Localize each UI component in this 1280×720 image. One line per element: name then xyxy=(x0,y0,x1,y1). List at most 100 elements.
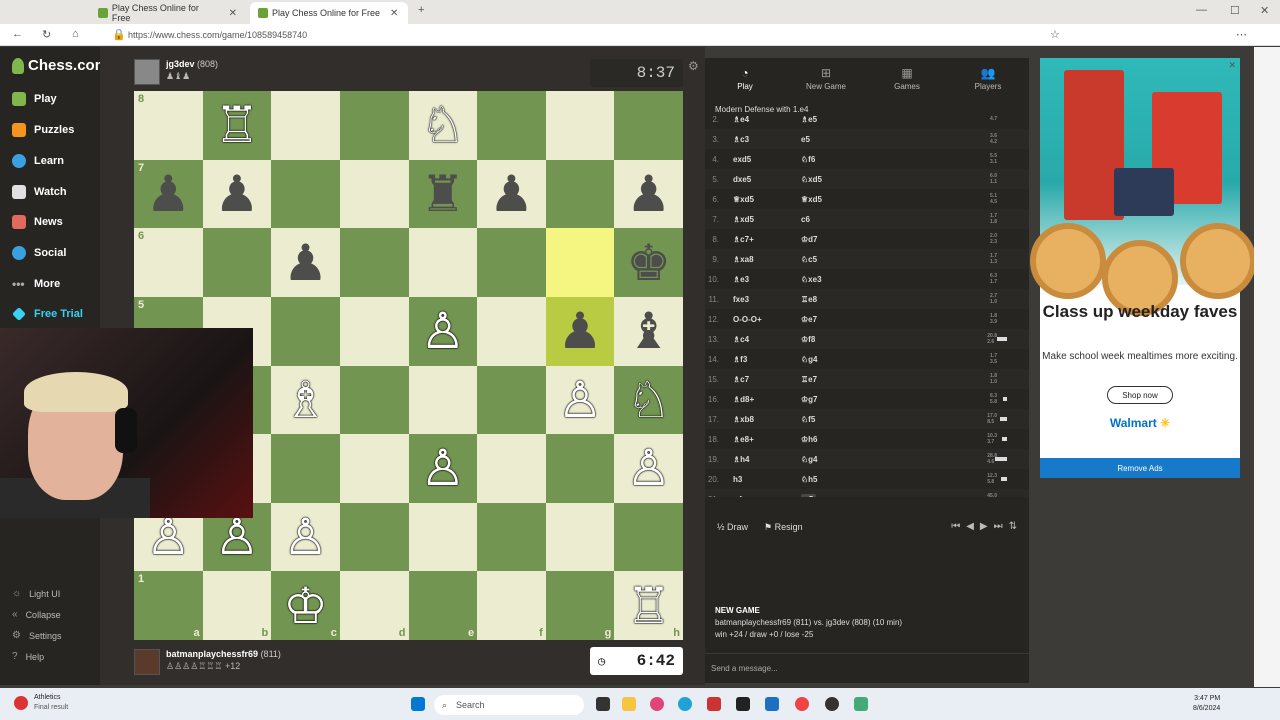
sidebar-settings[interactable]: ⚙ Settings xyxy=(12,630,62,641)
board-square-h1[interactable]: ♖ h xyxy=(614,571,683,640)
remove-ads-button[interactable]: Remove Ads xyxy=(1040,458,1240,478)
black-move[interactable]: g5 xyxy=(801,493,911,497)
board-square-f5[interactable] xyxy=(477,296,546,366)
store-icon[interactable] xyxy=(765,697,779,711)
chess-piece[interactable]: ♟ xyxy=(146,169,191,219)
board-square-h4[interactable]: ♘ xyxy=(614,365,683,435)
avatar[interactable] xyxy=(134,649,160,675)
board-square-a6[interactable]: 6 xyxy=(134,228,203,297)
board-square-a8[interactable]: 8 xyxy=(134,91,203,160)
board-square-g1[interactable]: g xyxy=(545,571,615,640)
board-square-a1[interactable]: 1a xyxy=(134,571,203,640)
board-square-h2[interactable] xyxy=(614,502,683,572)
black-move[interactable]: ♘f5 xyxy=(801,415,911,424)
sidebar-item-play[interactable]: Play xyxy=(12,92,57,106)
board-square-g6[interactable] xyxy=(545,228,615,297)
board-square-f3[interactable] xyxy=(477,434,546,503)
board-square-f2[interactable] xyxy=(477,502,546,572)
board-square-a7[interactable]: ♟ 7 xyxy=(134,159,203,229)
chess-piece[interactable]: ♙ xyxy=(215,512,260,562)
board-square-b7[interactable]: ♟ xyxy=(202,159,272,229)
avatar[interactable] xyxy=(134,59,160,85)
chess-logo[interactable]: Chess.com xyxy=(12,57,108,74)
start-icon[interactable] xyxy=(411,697,425,711)
white-move[interactable]: O-O-O+ xyxy=(733,315,801,324)
sidebar-item-social[interactable]: Social xyxy=(12,246,66,260)
chess-piece[interactable]: ♟ xyxy=(283,238,328,288)
chess-piece[interactable]: ♟ xyxy=(558,306,603,356)
chess-piece[interactable]: ♙ xyxy=(626,443,671,493)
black-move[interactable]: ♔d7 xyxy=(801,235,911,244)
sidebar-item-puzzles[interactable]: Puzzles xyxy=(12,123,74,137)
favorite-icon[interactable]: ☆ xyxy=(1050,28,1060,41)
black-move[interactable]: ♘g4 xyxy=(801,355,911,364)
black-move[interactable]: e5 xyxy=(801,135,911,144)
board-square-b6[interactable] xyxy=(202,228,272,297)
refresh-icon[interactable]: ↻ xyxy=(42,28,51,41)
black-move[interactable]: ♗e5 xyxy=(801,115,911,124)
chess-piece[interactable]: ♙ xyxy=(558,375,603,425)
news-widget[interactable]: Athletics Final result xyxy=(34,693,68,713)
flip-board-icon[interactable]: ⇅ xyxy=(1009,521,1017,532)
top-player-name[interactable]: jg3dev (808) xyxy=(166,59,218,69)
black-move[interactable]: ♔g7 xyxy=(801,395,911,404)
board-square-e7[interactable]: ♜ xyxy=(408,159,478,229)
chess-piece[interactable]: ♙ xyxy=(146,512,191,562)
white-move[interactable]: ♗h4 xyxy=(733,455,801,464)
white-move[interactable]: ♗c3 xyxy=(733,135,801,144)
board-square-h6[interactable]: ♚ xyxy=(614,228,683,297)
browser-tab[interactable]: Play Chess Online for Free ✕ xyxy=(90,2,245,24)
close-tab-icon[interactable]: ✕ xyxy=(229,8,237,19)
board-square-c5[interactable] xyxy=(271,296,340,366)
tab-new-game[interactable]: ⊞ New Game xyxy=(786,66,866,91)
chess-piece[interactable]: ♚ xyxy=(626,238,671,288)
resign-button[interactable]: ⚑ Resign xyxy=(764,522,803,533)
menu-icon[interactable]: ⋯ xyxy=(1236,28,1247,41)
board-square-d7[interactable] xyxy=(339,159,409,229)
sidebar-item-more[interactable]: ••• More xyxy=(12,277,60,291)
last-move-icon[interactable]: ⏭ xyxy=(994,521,1003,532)
browser-tab-active[interactable]: Play Chess Online for Free ✕ xyxy=(250,2,408,24)
white-move[interactable]: ♗f3 xyxy=(733,355,801,364)
white-move[interactable]: ♗e3 xyxy=(733,275,801,284)
black-move[interactable]: ♘g4 xyxy=(801,455,911,464)
board-square-e5[interactable]: ♙ xyxy=(408,296,478,366)
sidebar-item-watch[interactable]: Watch xyxy=(12,185,67,199)
chess-piece[interactable]: ♙ xyxy=(420,306,465,356)
file-explorer-icon[interactable] xyxy=(622,697,636,711)
board-square-b1[interactable]: b xyxy=(202,571,272,640)
board-square-g8[interactable] xyxy=(545,91,615,160)
board-square-g4[interactable]: ♙ xyxy=(545,365,615,435)
chess-piece[interactable]: ♖ xyxy=(215,100,260,150)
chess-piece[interactable]: ♔ xyxy=(283,581,328,631)
board-square-h7[interactable]: ♟ xyxy=(614,159,683,229)
white-move[interactable]: ♗c7+ xyxy=(733,235,801,244)
white-move[interactable]: dxe5 xyxy=(733,175,801,184)
black-move[interactable]: ♔f8 xyxy=(801,335,911,344)
chess-piece[interactable]: ♟ xyxy=(215,169,260,219)
board-square-f7[interactable]: ♟ xyxy=(477,159,546,229)
board-square-e4[interactable] xyxy=(408,365,478,435)
board-square-c7[interactable] xyxy=(271,159,340,229)
board-square-d4[interactable] xyxy=(339,365,409,435)
tab-games[interactable]: ▦ Games xyxy=(867,66,947,91)
board-square-g2[interactable] xyxy=(545,502,615,572)
shop-now-button[interactable]: Shop now xyxy=(1107,386,1173,404)
app-icon[interactable] xyxy=(825,697,839,711)
board-square-e2[interactable] xyxy=(408,502,478,572)
board-square-h5[interactable]: ♝ xyxy=(614,296,683,366)
advertisement[interactable]: Class up weekday faves Make school week … xyxy=(1030,58,1256,478)
white-move[interactable]: ♕xd5 xyxy=(733,195,801,204)
close-ad-icon[interactable]: ✕ xyxy=(1228,60,1236,71)
board-square-d3[interactable] xyxy=(339,434,409,503)
white-move[interactable]: ♗e4 xyxy=(733,115,801,124)
board-square-f4[interactable] xyxy=(477,365,546,435)
board-square-c6[interactable]: ♟ xyxy=(271,228,340,297)
chess-piece[interactable]: ♝ xyxy=(626,306,671,356)
black-move[interactable]: c6 xyxy=(801,215,911,224)
sidebar-light-ui[interactable]: ☼ Light UI xyxy=(12,588,60,599)
board-square-f6[interactable] xyxy=(477,228,546,297)
gear-icon[interactable]: ⚙ xyxy=(688,59,699,73)
app-icon[interactable] xyxy=(707,697,721,711)
next-move-icon[interactable]: ▶ xyxy=(980,521,988,532)
